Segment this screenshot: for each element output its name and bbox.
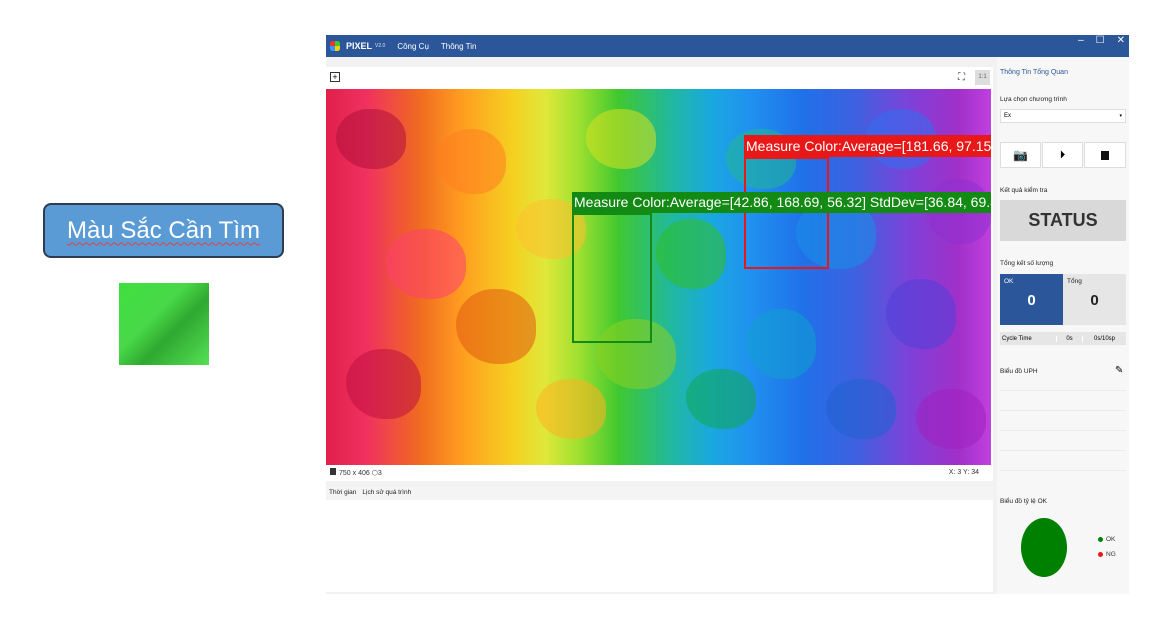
image-toolbar: + ⛶ 1:1 — [326, 67, 993, 89]
target-color-swatch — [119, 283, 209, 365]
total-count-value: 0 — [1090, 292, 1099, 309]
minimize-button[interactable]: – — [1078, 35, 1084, 46]
ok-ratio-label: Biểu đồ tỷ lệ OK — [1000, 498, 1047, 505]
uph-chart-label: Biểu đồ UPH — [1000, 368, 1038, 375]
result-label: Kết quả kiểm tra — [1000, 187, 1048, 194]
image-panel: + ⛶ 1:1 Measure Color:Average=[181.66, 9… — [326, 67, 993, 481]
log-tab-time[interactable]: Thời gian — [329, 489, 356, 497]
legend-ng: NG — [1098, 551, 1116, 558]
legend-ok-dot — [1098, 537, 1103, 542]
log-tab-history[interactable]: Lịch sử quá trình — [362, 489, 411, 497]
image-icon — [330, 468, 336, 475]
legend-ng-dot — [1098, 552, 1103, 557]
image-canvas[interactable]: Measure Color:Average=[181.66, 97.15, 37… — [326, 89, 991, 465]
summary-label: Tổng kết số lượng — [1000, 260, 1054, 267]
stop-icon — [1101, 150, 1109, 160]
play-circle-icon: ⏵ — [1059, 148, 1066, 161]
cycle-time-label: Cycle Time — [1002, 335, 1032, 342]
program-select-label: Lựa chọn chương trình — [1000, 96, 1067, 103]
ok-count-label: OK — [1004, 278, 1014, 285]
ok-ratio-pie — [1021, 518, 1067, 577]
roi-green-label: Measure Color:Average=[42.86, 168.69, 56… — [572, 192, 991, 213]
total-count-label: Tổng — [1067, 278, 1082, 285]
stop-button[interactable] — [1084, 142, 1126, 168]
app-window: PIXEL V2.0 Công Cụ Thông Tin – ☐ ✕ + ⛶ 1… — [326, 35, 1129, 594]
capture-button[interactable]: 📷 — [1000, 142, 1041, 168]
camera-icon: 📷 — [1013, 148, 1028, 162]
total-count-card: Tổng 0 — [1063, 274, 1126, 325]
add-roi-button[interactable]: + — [330, 72, 340, 82]
target-color-label-text: Màu Sắc Cần Tìm — [67, 216, 260, 244]
app-name: PIXEL — [346, 41, 373, 51]
ok-count-value: 0 — [1027, 292, 1036, 309]
log-tab-bar: Thời gian Lịch sử quá trình — [326, 486, 993, 500]
cycle-time-value: 0s — [1056, 335, 1082, 342]
status-indicator: STATUS — [1000, 200, 1126, 241]
menu-thong-tin[interactable]: Thông Tin — [441, 42, 477, 51]
menu-cong-cu[interactable]: Công Cụ — [397, 42, 429, 51]
uph-settings-icon[interactable]: ✎ — [1115, 365, 1123, 376]
roi-red-box[interactable] — [744, 157, 829, 269]
uph-chart — [1000, 380, 1126, 478]
image-size-text: 750 x 406 ⬡3 — [339, 470, 382, 477]
program-select[interactable]: Ex — [1000, 109, 1126, 123]
app-logo-icon — [330, 41, 340, 51]
app-version: V2.0 — [375, 43, 386, 49]
cursor-coordinate-text: X: 3 Y: 34 — [948, 469, 979, 476]
cycle-rate-value: 0s/10sp — [1082, 335, 1126, 342]
log-panel: Thời gian Lịch sử quá trình — [326, 486, 993, 592]
fullscreen-icon[interactable]: ⛶ — [958, 72, 965, 83]
roi-green-box[interactable] — [572, 213, 652, 343]
ok-count-card: OK 0 — [1000, 274, 1063, 325]
roi-red-label: Measure Color:Average=[181.66, 97.15, 37… — [744, 135, 991, 157]
legend-ok: OK — [1098, 536, 1115, 543]
overview-title: Thông Tin Tổng Quan — [1000, 69, 1068, 76]
target-color-label: Màu Sắc Cần Tìm — [43, 203, 284, 258]
cycle-time-row: Cycle Time 0s 0s/10sp — [1000, 332, 1126, 345]
run-button[interactable]: ⏵ — [1042, 142, 1083, 168]
title-bar: PIXEL V2.0 Công Cụ Thông Tin – ☐ ✕ — [326, 35, 1129, 57]
close-button[interactable]: ✕ — [1117, 35, 1125, 46]
overview-panel: Thông Tin Tổng Quan Lựa chọn chương trìn… — [997, 57, 1129, 594]
image-status-bar: 750 x 406 ⬡3 X: 3 Y: 34 — [326, 465, 993, 481]
fit-to-window-button[interactable]: 1:1 — [975, 70, 990, 85]
maximize-button[interactable]: ☐ — [1096, 35, 1105, 46]
